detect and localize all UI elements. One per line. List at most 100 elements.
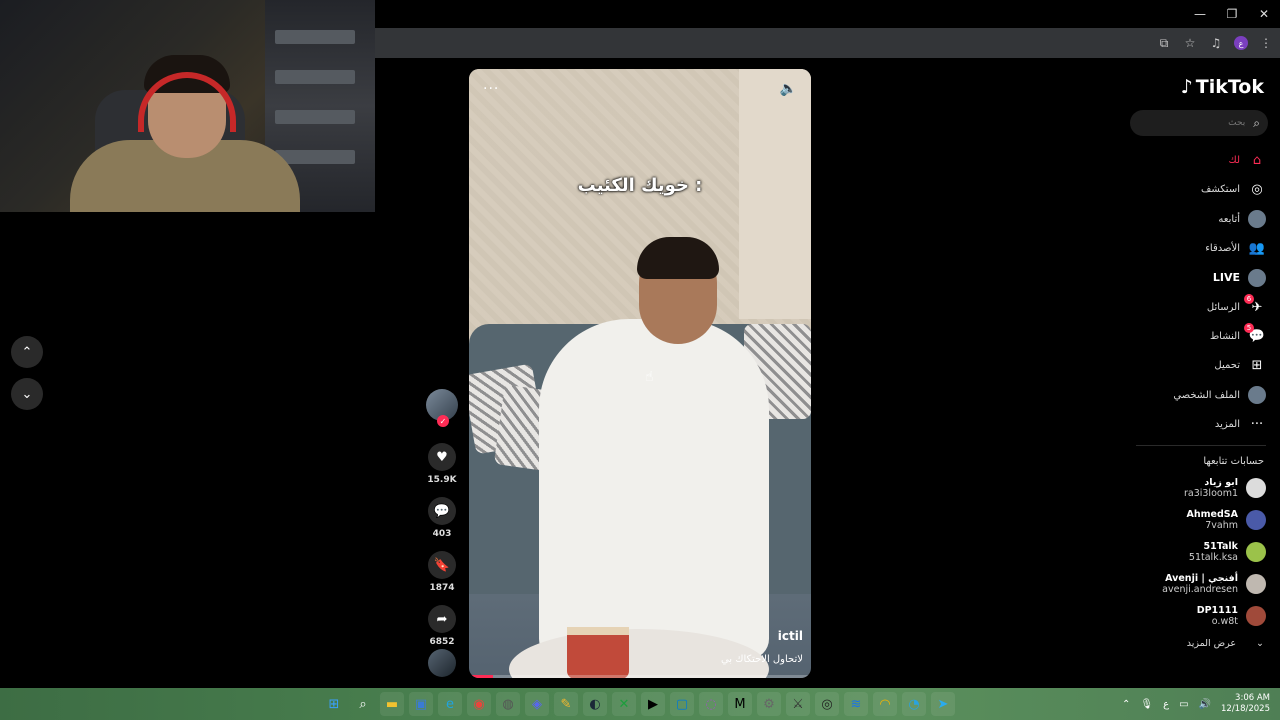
comment-icon[interactable]: 💬 xyxy=(428,497,456,525)
see-more-button[interactable]: عرض المزيد ⌄ xyxy=(1187,638,1264,649)
video-progress-bar[interactable] xyxy=(469,675,811,678)
heart-icon[interactable]: ♥ xyxy=(428,443,456,471)
live-icon xyxy=(1248,268,1266,287)
store-icon[interactable]: ▣ xyxy=(409,692,433,716)
media-icon[interactable]: ♫ xyxy=(1208,35,1224,51)
comment-action[interactable]: 💬 403 xyxy=(428,497,456,539)
steam-tool-icon[interactable]: ◍ xyxy=(496,692,520,716)
follow-icon[interactable]: ✓ xyxy=(437,415,449,427)
video-more-icon[interactable]: ··· xyxy=(483,81,499,97)
sidebar-item-label: النشاط xyxy=(1209,330,1240,342)
next-video-button[interactable]: ⌄ xyxy=(11,378,43,410)
capcut-icon[interactable]: ▶ xyxy=(641,692,665,716)
sidebar-item-7[interactable]: تحميل ⊞ xyxy=(1126,351,1266,380)
sidebar-item-3[interactable]: الأصدقاء 👥 xyxy=(1126,234,1266,263)
activity-icon: 💬 5 xyxy=(1244,323,1266,345)
following-account[interactable]: 51Talk 51talk.ksa xyxy=(1126,537,1266,567)
file-explorer-icon[interactable]: ▬ xyxy=(380,692,404,716)
xbox-icon[interactable]: ✕ xyxy=(612,692,636,716)
account-avatar xyxy=(1246,510,1266,530)
sidebar-item-4[interactable]: LIVE xyxy=(1126,263,1266,292)
sidebar-item-8[interactable]: الملف الشخصي xyxy=(1126,380,1266,409)
menu-icon[interactable]: ⋮ xyxy=(1258,35,1274,51)
medium-icon[interactable]: M xyxy=(728,692,752,716)
account-name: AhmedSA xyxy=(1186,509,1238,520)
tiktok-note-icon: ♪ xyxy=(1180,76,1193,98)
account-text: ابو زياد ra3i3loom1 xyxy=(1184,477,1238,499)
app5-icon[interactable]: ◠ xyxy=(873,692,897,716)
sidebar-item-5[interactable]: الرسائل ✈ 6 xyxy=(1126,292,1266,321)
bookmark-icon[interactable]: 🔖 xyxy=(428,551,456,579)
account-name: DP1111 xyxy=(1196,605,1238,616)
like-count: 15.9K xyxy=(427,475,457,485)
following-account[interactable]: ابو زياد ra3i3loom1 xyxy=(1126,473,1266,503)
app6-icon[interactable]: ◔ xyxy=(902,692,926,716)
close-button[interactable]: ✕ xyxy=(1248,0,1280,28)
following-account[interactable]: Avenji | أفنجي avenji.andresen xyxy=(1126,569,1266,599)
volume-tray-icon[interactable]: 🔊 xyxy=(1199,699,1211,710)
sidebar-item-2[interactable]: أتابعه xyxy=(1126,205,1266,234)
notification-badge: 6 xyxy=(1244,294,1254,305)
search-input[interactable]: بحث ⌕ xyxy=(1130,110,1268,136)
previous-video-button[interactable]: ⌃ xyxy=(11,336,43,368)
video-author[interactable]: ictil xyxy=(778,629,803,643)
clock[interactable]: 3:06 AM 12/18/2025 xyxy=(1221,693,1270,715)
share-action[interactable]: ➦ 6852 xyxy=(428,605,456,647)
comment-count: 403 xyxy=(432,529,452,539)
edge-icon[interactable]: e xyxy=(438,692,462,716)
sidebar-item-0[interactable]: لك ⌂ xyxy=(1126,146,1266,175)
maximize-button[interactable]: ❐ xyxy=(1216,0,1248,28)
discord-icon[interactable]: ◈ xyxy=(525,692,549,716)
sidebar-nav: لك ⌂ استكشف ◎ أتابعه الأصدقاء 👥 LIVE الرسائل ✈ 6 ال… xyxy=(1126,146,1266,439)
chevron-up-icon[interactable]: ⌃ xyxy=(1122,699,1130,710)
following-account[interactable]: AhmedSA 7vahm xyxy=(1126,505,1266,535)
sidebar-item-6[interactable]: النشاط 💬 5 xyxy=(1126,322,1266,351)
hand-cursor-icon: ☝ xyxy=(645,369,654,385)
sidebar-item-label: المزيد xyxy=(1214,418,1240,430)
search-icon[interactable]: ⌕ xyxy=(351,692,375,716)
share-icon[interactable]: ➦ xyxy=(428,605,456,633)
star-icon[interactable]: ☆ xyxy=(1182,35,1198,51)
app-icon[interactable]: ✎ xyxy=(554,692,578,716)
music-disc-avatar[interactable] xyxy=(428,649,456,677)
chrome-icon[interactable]: ◉ xyxy=(467,692,491,716)
account-avatar xyxy=(1246,574,1266,594)
window-controls: — ❐ ✕ xyxy=(1184,0,1280,28)
app4-icon[interactable]: ≋ xyxy=(844,692,868,716)
volume-icon[interactable]: 🔈 xyxy=(780,81,797,97)
video-cup xyxy=(567,627,629,678)
following-accounts-title: حسابات تتابعها xyxy=(1203,456,1264,467)
creator-avatar[interactable]: ✓ xyxy=(426,389,458,427)
browser-toolbar: ⧉ ☆ ♫ ع ⋮ xyxy=(375,28,1280,58)
account-name: Avenji | أفنجي xyxy=(1165,573,1238,584)
minimize-button[interactable]: — xyxy=(1184,0,1216,28)
sidebar-item-label: الأصدقاء xyxy=(1205,243,1240,255)
language-indicator[interactable]: ع xyxy=(1163,699,1169,710)
sidebar-item-1[interactable]: استكشف ◎ xyxy=(1126,175,1266,204)
taskbar-apps: ⊞ ⌕ ▬ ▣ e ◉ ◍ ◈ ✎ ◐ ✕ ▶ ▢ ◌ M ⚙ ⚔ ◎ ≋ ◠ ◔ ➤ xyxy=(322,692,955,716)
steam-icon[interactable]: ◐ xyxy=(583,692,607,716)
save-action[interactable]: 🔖 1874 xyxy=(428,551,456,593)
search-icon[interactable]: ⌕ xyxy=(1253,116,1260,131)
profile-avatar[interactable]: ع xyxy=(1234,36,1248,50)
app3-icon[interactable]: ◌ xyxy=(699,692,723,716)
microphone-icon[interactable]: 🎙 xyxy=(1140,699,1153,710)
logo-text: TikTok xyxy=(1195,76,1264,98)
obs-icon[interactable]: ◎ xyxy=(815,692,839,716)
sidebar-item-9[interactable]: المزيد ··· xyxy=(1126,410,1266,439)
video-description: لاتحاول الاحتكاك بي xyxy=(720,654,803,665)
following-account[interactable]: DP1111 o.w8t xyxy=(1126,601,1266,631)
sidebar-item-label: استكشف xyxy=(1201,184,1240,196)
cast-icon[interactable]: ⧉ xyxy=(1156,35,1172,51)
app2-icon[interactable]: ▢ xyxy=(670,692,694,716)
like-action[interactable]: ♥ 15.9K xyxy=(427,443,457,485)
network-icon[interactable]: ▭ xyxy=(1179,699,1188,710)
video-player[interactable]: خويك الكئيب : ··· 🔈 ictil لاتحاول الاحتك… xyxy=(469,69,811,678)
tiktok-logo[interactable]: ♪ TikTok xyxy=(1181,76,1264,98)
tool-icon[interactable]: ⚙ xyxy=(757,692,781,716)
start-icon[interactable]: ⊞ xyxy=(322,692,346,716)
video-actions: ✓ ♥ 15.9K 💬 403 🔖 1874 ➦ 6852 xyxy=(424,389,460,647)
telegram-icon[interactable]: ➤ xyxy=(931,692,955,716)
game-icon[interactable]: ⚔ xyxy=(786,692,810,716)
screen: — ❐ ✕ ⧉ ☆ ♫ ع ⋮ ⌃ ⌄ خويك الكئيب : ··· 🔈 … xyxy=(0,0,1280,720)
